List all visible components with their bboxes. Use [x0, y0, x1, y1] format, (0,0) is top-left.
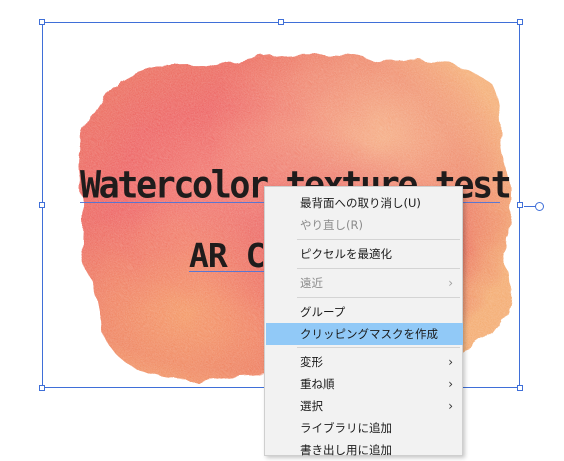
- rotate-handle-icon[interactable]: [535, 202, 544, 211]
- menu-item-select[interactable]: 選択 ›: [266, 395, 463, 417]
- menu-item-make-clipping-mask[interactable]: クリッピングマスクを作成: [266, 323, 463, 345]
- menu-item-label: ライブラリに追加: [300, 421, 392, 435]
- menu-item-transform[interactable]: 変形 ›: [266, 351, 463, 373]
- menu-item-label: やり直し(R): [300, 218, 363, 232]
- chevron-right-icon: ›: [448, 399, 453, 413]
- context-menu: 最背面への取り消し(U) やり直し(R) ピクセルを最適化 遠近 › グループ …: [264, 186, 463, 457]
- chevron-right-icon: ›: [448, 276, 453, 290]
- artboard-subtitle-text[interactable]: AR C: [189, 236, 265, 276]
- menu-item-label: 遠近: [300, 276, 323, 290]
- handle-middle-left[interactable]: [39, 202, 45, 208]
- menu-item-undo-send-to-back[interactable]: 最背面への取り消し(U): [266, 192, 463, 214]
- menu-separator: [297, 239, 460, 240]
- menu-item-label: 変形: [300, 355, 323, 369]
- menu-item-label: 重ね順: [300, 377, 335, 391]
- chevron-right-icon: ›: [448, 377, 453, 391]
- handle-top-middle[interactable]: [278, 19, 284, 25]
- handle-bottom-right[interactable]: [517, 385, 523, 391]
- menu-item-add-to-export[interactable]: 書き出し用に追加: [266, 439, 463, 461]
- menu-item-arrange[interactable]: 重ね順 ›: [266, 373, 463, 395]
- handle-middle-right[interactable]: [517, 202, 523, 208]
- menu-item-group[interactable]: グループ: [266, 301, 463, 323]
- menu-item-label: クリッピングマスクを作成: [300, 327, 438, 341]
- menu-item-add-to-library[interactable]: ライブラリに追加: [266, 417, 463, 439]
- menu-separator: [297, 347, 460, 348]
- menu-separator: [297, 268, 460, 269]
- menu-separator: [297, 297, 460, 298]
- handle-top-left[interactable]: [39, 19, 45, 25]
- handle-top-right[interactable]: [517, 19, 523, 25]
- chevron-right-icon: ›: [448, 355, 453, 369]
- handle-bottom-left[interactable]: [39, 385, 45, 391]
- document-canvas[interactable]: Watercolor texture test AR C 最背面への取り消し(U…: [0, 0, 564, 457]
- menu-item-perspective[interactable]: 遠近 ›: [266, 272, 463, 294]
- menu-item-redo[interactable]: やり直し(R): [266, 214, 463, 236]
- menu-item-label: グループ: [300, 305, 346, 319]
- menu-item-label: 書き出し用に追加: [300, 443, 392, 457]
- menu-item-optimize-pixels[interactable]: ピクセルを最適化: [266, 243, 463, 265]
- menu-item-label: 選択: [300, 399, 323, 413]
- menu-item-label: ピクセルを最適化: [300, 247, 392, 261]
- menu-item-label: 最背面への取り消し(U): [300, 196, 421, 210]
- subtitle-text-baseline: [189, 271, 267, 272]
